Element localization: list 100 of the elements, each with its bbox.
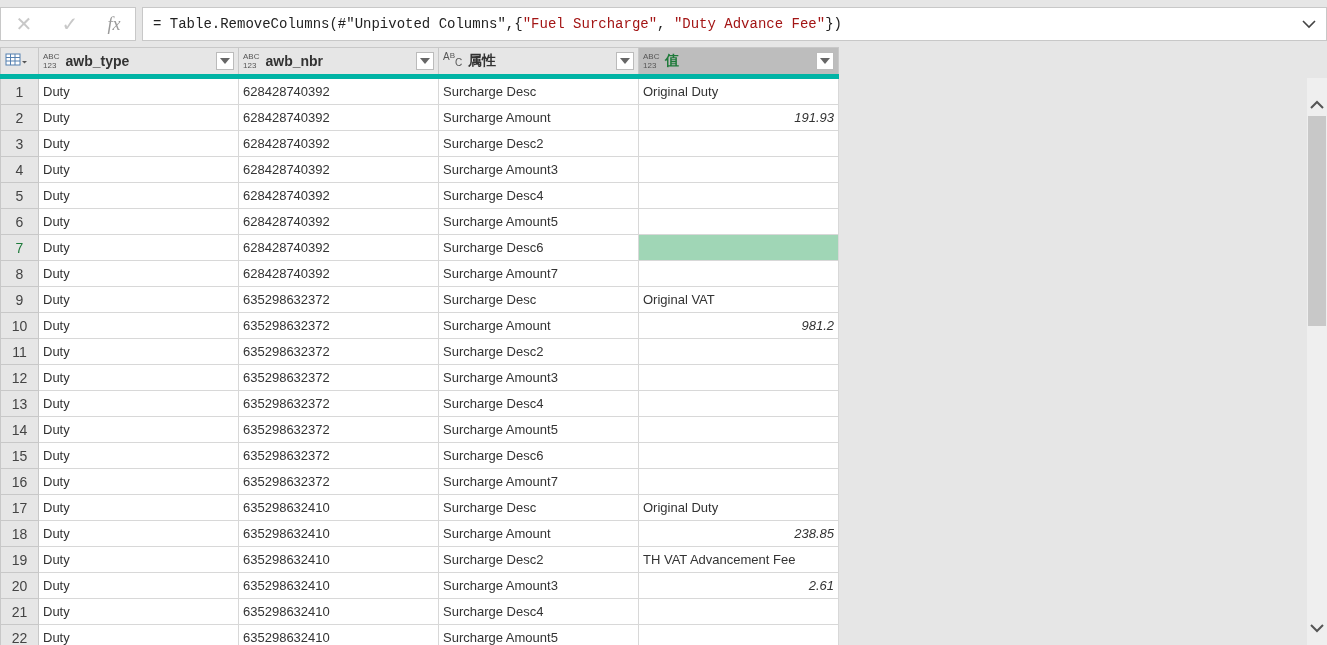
table-cell: Surcharge Amount5	[438, 208, 639, 235]
table-cell: 628428740392	[238, 156, 439, 183]
row-number[interactable]: 5	[0, 182, 39, 209]
table-cell[interactable]	[638, 364, 839, 391]
table-cell: Duty	[38, 546, 239, 573]
row-number[interactable]: 15	[0, 442, 39, 469]
table-cell: Surcharge Desc4	[438, 598, 639, 625]
filter-dropdown-button[interactable]	[616, 52, 634, 70]
table-cell[interactable]	[638, 338, 839, 365]
row-number[interactable]: 12	[0, 364, 39, 391]
table-cell: Duty	[38, 442, 239, 469]
any-type-icon[interactable]: ABC 123	[43, 52, 60, 70]
table-cell[interactable]	[638, 182, 839, 209]
row-number[interactable]: 8	[0, 260, 39, 287]
row-number[interactable]: 13	[0, 390, 39, 417]
table-cell[interactable]: Original Duty	[638, 76, 839, 105]
table-cell: Duty	[38, 104, 239, 131]
table-cell[interactable]	[638, 598, 839, 625]
row-number[interactable]: 6	[0, 208, 39, 235]
table-cell[interactable]: Original VAT	[638, 286, 839, 313]
table-cell: 628428740392	[238, 130, 439, 157]
table-cell[interactable]	[638, 416, 839, 443]
caret-icon[interactable]	[820, 58, 830, 64]
table-cell[interactable]: 981.2	[638, 312, 839, 339]
table-cell: Duty	[38, 76, 239, 105]
row-number[interactable]: 18	[0, 520, 39, 547]
row-number[interactable]: 22	[0, 624, 39, 645]
table-cell[interactable]: TH VAT Advancement Fee	[638, 546, 839, 573]
table-cell: Surcharge Amount3	[438, 572, 639, 599]
filter-dropdown-button[interactable]	[416, 52, 434, 70]
row-number[interactable]: 4	[0, 156, 39, 183]
chevron-up-icon[interactable]	[1310, 100, 1324, 110]
table-cell: 628428740392	[238, 104, 439, 131]
table-cell: Surcharge Amount7	[438, 260, 639, 287]
column-name: awb_type	[65, 53, 130, 69]
table-cell: Duty	[38, 416, 239, 443]
table-cell[interactable]	[638, 156, 839, 183]
table-cell[interactable]	[638, 208, 839, 235]
formula-field[interactable]: = Table.RemoveColumns(#"Unpivoted Columns",{"Fuel Surcharge", "Duty Advance Fee"})	[142, 7, 1327, 41]
table-cell[interactable]	[638, 234, 839, 261]
table-cell: 635298632372	[238, 338, 439, 365]
row-number[interactable]: 14	[0, 416, 39, 443]
table-menu-header[interactable]	[0, 47, 39, 77]
table-cell: Duty	[38, 520, 239, 547]
table-cell: Duty	[38, 494, 239, 521]
table-cell: Surcharge Desc6	[438, 442, 639, 469]
row-number[interactable]: 11	[0, 338, 39, 365]
caret-icon[interactable]	[420, 58, 430, 64]
table-icon[interactable]	[5, 52, 29, 67]
table-cell: 635298632372	[238, 286, 439, 313]
chevron-down-icon[interactable]	[1310, 623, 1324, 633]
table-cell[interactable]	[638, 260, 839, 287]
table-cell: 635298632372	[238, 364, 439, 391]
table-cell: Duty	[38, 234, 239, 261]
table-cell[interactable]: 238.85	[638, 520, 839, 547]
row-number[interactable]: 7	[0, 234, 39, 261]
vertical-scrollbar[interactable]	[1307, 78, 1327, 645]
any-type-icon[interactable]: ABC 123	[243, 52, 260, 70]
table-cell: Duty	[38, 338, 239, 365]
table-cell[interactable]: 2.61	[638, 572, 839, 599]
table-cell[interactable]	[638, 130, 839, 157]
table-cell: Duty	[38, 208, 239, 235]
table-cell: 628428740392	[238, 182, 439, 209]
table-cell: Surcharge Amount	[438, 312, 639, 339]
table-cell: Surcharge Amount7	[438, 468, 639, 495]
table-cell: Surcharge Amount	[438, 520, 639, 547]
table-cell[interactable]	[638, 390, 839, 417]
row-number[interactable]: 3	[0, 130, 39, 157]
table-cell: 628428740392	[238, 260, 439, 287]
row-number[interactable]: 9	[0, 286, 39, 313]
table-cell: Duty	[38, 156, 239, 183]
caret-icon[interactable]	[220, 58, 230, 64]
table-cell: Duty	[38, 468, 239, 495]
chevron-down-icon[interactable]	[1302, 19, 1316, 29]
row-number[interactable]: 10	[0, 312, 39, 339]
table-cell[interactable]	[638, 442, 839, 469]
row-number[interactable]: 17	[0, 494, 39, 521]
table-cell[interactable]: Original Duty	[638, 494, 839, 521]
table-cell[interactable]	[638, 468, 839, 495]
table-cell: Surcharge Amount5	[438, 416, 639, 443]
table-cell: Surcharge Desc	[438, 76, 639, 105]
table-cell: Surcharge Desc4	[438, 182, 639, 209]
table-cell: Surcharge Desc4	[438, 390, 639, 417]
caret-icon[interactable]	[620, 58, 630, 64]
row-number[interactable]: 2	[0, 104, 39, 131]
table-cell[interactable]: 191.93	[638, 104, 839, 131]
row-number[interactable]: 21	[0, 598, 39, 625]
table-cell: 635298632372	[238, 312, 439, 339]
table-cell: 635298632410	[238, 520, 439, 547]
row-number[interactable]: 16	[0, 468, 39, 495]
filter-dropdown-button[interactable]	[216, 52, 234, 70]
row-number[interactable]: 20	[0, 572, 39, 599]
scrollbar-thumb[interactable]	[1308, 116, 1326, 326]
row-number[interactable]: 19	[0, 546, 39, 573]
table-cell: Surcharge Desc6	[438, 234, 639, 261]
filter-dropdown-button[interactable]	[816, 52, 834, 70]
table-cell: Surcharge Desc2	[438, 130, 639, 157]
table-cell: Duty	[38, 182, 239, 209]
any-type-icon[interactable]: ABC 123	[643, 52, 660, 70]
table-cell: Surcharge Amount	[438, 104, 639, 131]
